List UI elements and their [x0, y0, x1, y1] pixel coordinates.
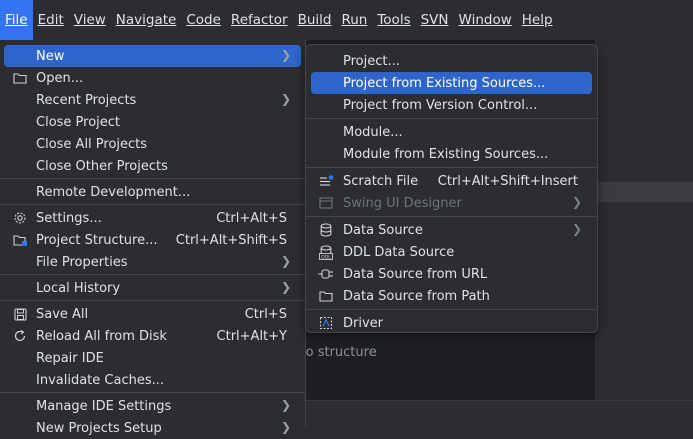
scratch-file-icon [318, 174, 334, 188]
menu-edit[interactable]: Edit [33, 0, 69, 40]
project-structure-icon [12, 233, 28, 247]
new-data-source-item[interactable]: Data Source ❯ [311, 219, 592, 241]
menu-code[interactable]: Code [181, 0, 226, 40]
file-menu-remote-development[interactable]: Remote Development... [4, 181, 301, 203]
new-project-from-vcs-item[interactable]: Project from Version Control... [311, 94, 592, 116]
file-menu-new[interactable]: New ❯ [4, 45, 301, 67]
file-menu-project-structure[interactable]: Project Structure... Ctrl+Alt+Shift+S [4, 229, 301, 251]
new-scratch-file-item[interactable]: Scratch File Ctrl+Alt+Shift+Insert [311, 170, 592, 192]
menu-separator [0, 300, 305, 301]
menu-separator [306, 167, 597, 168]
menu-separator [0, 178, 305, 179]
file-menu-manage-ide-settings[interactable]: Manage IDE Settings ❯ [4, 395, 301, 417]
svg-text:DDL: DDL [321, 254, 331, 260]
file-menu-close-project[interactable]: Close Project [4, 111, 301, 133]
menu-separator [0, 274, 305, 275]
folder-icon [318, 289, 334, 303]
ddl-database-icon: DDL [318, 244, 334, 260]
menu-file[interactable]: File [0, 0, 33, 40]
new-project-from-existing-sources-item[interactable]: Project from Existing Sources... [311, 72, 592, 94]
file-menu-dropdown: New ❯ Open... Recent Projects ❯ Close Pr… [0, 40, 306, 436]
file-menu-open[interactable]: Open... [4, 67, 301, 89]
save-icon [12, 307, 28, 321]
file-menu-invalidate-caches[interactable]: Invalidate Caches... [4, 369, 301, 391]
file-menu-close-other-projects[interactable]: Close Other Projects [4, 155, 301, 177]
chevron-right-icon: ❯ [280, 420, 291, 434]
menu-window[interactable]: Window [454, 0, 517, 40]
gear-icon [12, 211, 28, 225]
new-driver-item[interactable]: Driver [311, 312, 592, 334]
file-menu-repair-ide[interactable]: Repair IDE [4, 347, 301, 369]
new-data-source-url-item[interactable]: Data Source from URL [311, 263, 592, 285]
new-module-from-existing-item[interactable]: Module from Existing Sources... [311, 143, 592, 165]
editor-highlight-line [595, 182, 693, 202]
menu-refactor[interactable]: Refactor [226, 0, 293, 40]
menu-separator [306, 118, 597, 119]
menu-separator [306, 309, 597, 310]
file-menu-reload-all[interactable]: Reload All from Disk Ctrl+Alt+Y [4, 325, 301, 347]
new-data-source-path-item[interactable]: Data Source from Path [311, 285, 592, 307]
file-menu-file-properties[interactable]: File Properties ❯ [4, 251, 301, 273]
driver-icon [318, 316, 334, 330]
new-project-item[interactable]: Project... [311, 50, 592, 72]
menu-separator [306, 216, 597, 217]
new-module-item[interactable]: Module... [311, 121, 592, 143]
new-ddl-data-source-item[interactable]: DDL DDL Data Source [311, 241, 592, 263]
file-menu-settings[interactable]: Settings... Ctrl+Alt+S [4, 207, 301, 229]
new-swing-ui-designer-item[interactable]: Swing UI Designer ❯ [311, 192, 592, 214]
menu-separator [0, 204, 305, 205]
swing-designer-icon [318, 196, 334, 210]
chevron-right-icon: ❯ [280, 254, 291, 268]
menu-bar: File Edit View Navigate Code Refactor Bu… [0, 0, 693, 40]
menu-tools[interactable]: Tools [372, 0, 415, 40]
chevron-right-icon: ❯ [280, 48, 291, 62]
new-submenu: Project... Project from Existing Sources… [305, 44, 598, 333]
bottom-toolbar-strip [305, 400, 693, 427]
chevron-right-icon: ❯ [571, 195, 582, 209]
file-menu-local-history[interactable]: Local History ❯ [4, 277, 301, 299]
chevron-right-icon: ❯ [280, 92, 291, 106]
menu-run[interactable]: Run [336, 0, 372, 40]
folder-icon [12, 71, 28, 85]
menu-navigate[interactable]: Navigate [111, 0, 182, 40]
menu-help[interactable]: Help [517, 0, 558, 40]
menu-svn[interactable]: SVN [416, 0, 454, 40]
file-menu-close-all-projects[interactable]: Close All Projects [4, 133, 301, 155]
chevron-right-icon: ❯ [280, 280, 291, 294]
editor-right-panel [595, 40, 693, 400]
menu-separator [0, 392, 305, 393]
file-menu-recent-projects[interactable]: Recent Projects ❯ [4, 89, 301, 111]
plug-icon [318, 267, 334, 281]
chevron-right-icon: ❯ [280, 398, 291, 412]
file-menu-new-projects-setup[interactable]: New Projects Setup ❯ [4, 417, 301, 439]
menu-build[interactable]: Build [293, 0, 337, 40]
file-menu-save-all[interactable]: Save All Ctrl+S [4, 303, 301, 325]
database-icon [318, 223, 334, 237]
chevron-right-icon: ❯ [571, 222, 582, 236]
menu-view[interactable]: View [69, 0, 111, 40]
refresh-icon [12, 329, 28, 343]
structure-empty-text: lo structure [302, 345, 377, 360]
